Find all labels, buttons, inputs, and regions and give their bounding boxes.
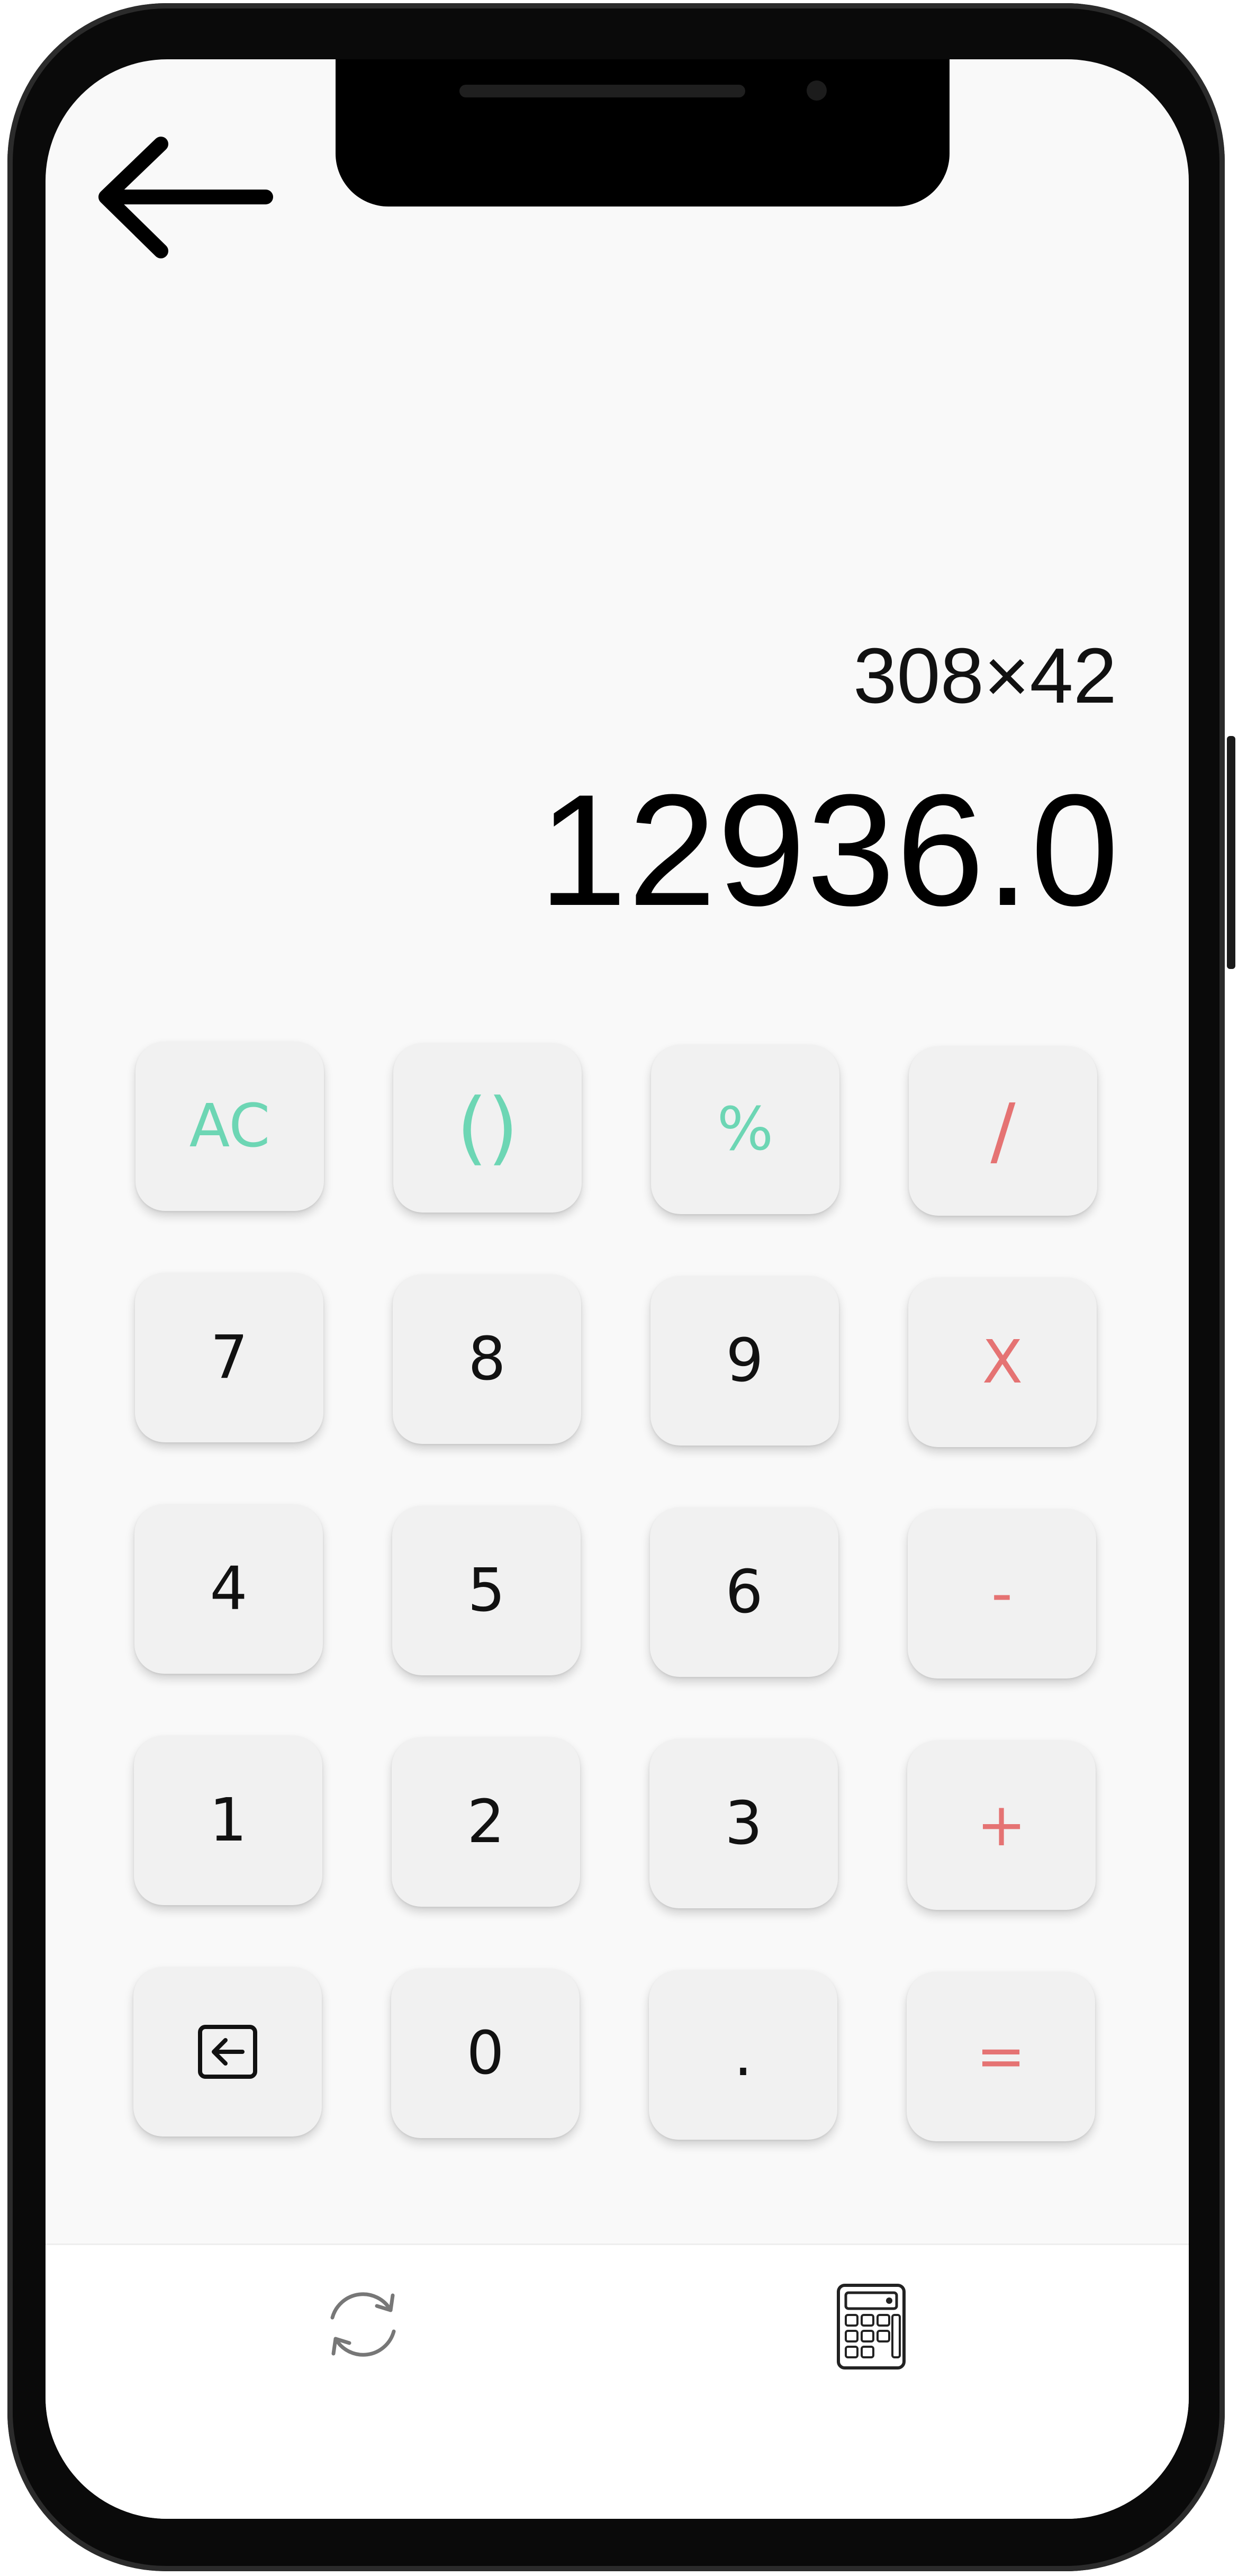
multiply-button[interactable]: X (908, 1278, 1097, 1447)
arrow-left-icon (98, 137, 273, 258)
digit-3-button[interactable]: 3 (649, 1739, 838, 1908)
divide-button[interactable]: / (909, 1046, 1097, 1216)
front-camera (807, 80, 827, 101)
bottom-navigation-bar (46, 2243, 1189, 2519)
backspace-icon (198, 2025, 257, 2079)
phone-side-button (1227, 736, 1235, 969)
digit-8-button[interactable]: 8 (393, 1274, 581, 1444)
digit-0-button[interactable]: 0 (391, 1969, 580, 2138)
digit-6-button[interactable]: 6 (650, 1507, 838, 1677)
parentheses-button[interactable]: () (393, 1043, 582, 1213)
calculator-screen: 308×42 12936.0 AC () % / 7 8 9 X 4 5 6 -… (46, 59, 1189, 2519)
decimal-point-button[interactable]: . (649, 1970, 837, 2140)
back-button[interactable] (93, 128, 284, 276)
speaker-grille (459, 85, 745, 97)
calculator-icon (837, 2284, 906, 2369)
percent-button[interactable]: % (651, 1045, 839, 1214)
digit-9-button[interactable]: 9 (650, 1276, 839, 1446)
clear-button[interactable]: AC (135, 1042, 324, 1211)
digit-5-button[interactable]: 5 (392, 1506, 581, 1675)
calculator-nav-button[interactable] (834, 2282, 908, 2374)
refresh-icon (330, 2292, 396, 2357)
digit-2-button[interactable]: 2 (392, 1737, 580, 1907)
converter-nav-button[interactable] (321, 2285, 405, 2366)
minus-button[interactable]: - (908, 1509, 1096, 1679)
equals-button[interactable]: = (907, 1972, 1095, 2141)
digit-1-button[interactable]: 1 (134, 1736, 322, 1905)
expression-display: 308×42 (853, 632, 1117, 720)
phone-notch (336, 59, 950, 207)
result-display: 12936.0 (538, 761, 1120, 939)
plus-button[interactable]: + (907, 1740, 1096, 1910)
digit-4-button[interactable]: 4 (134, 1504, 323, 1674)
backspace-button[interactable] (133, 1967, 322, 2137)
digit-7-button[interactable]: 7 (135, 1273, 323, 1442)
